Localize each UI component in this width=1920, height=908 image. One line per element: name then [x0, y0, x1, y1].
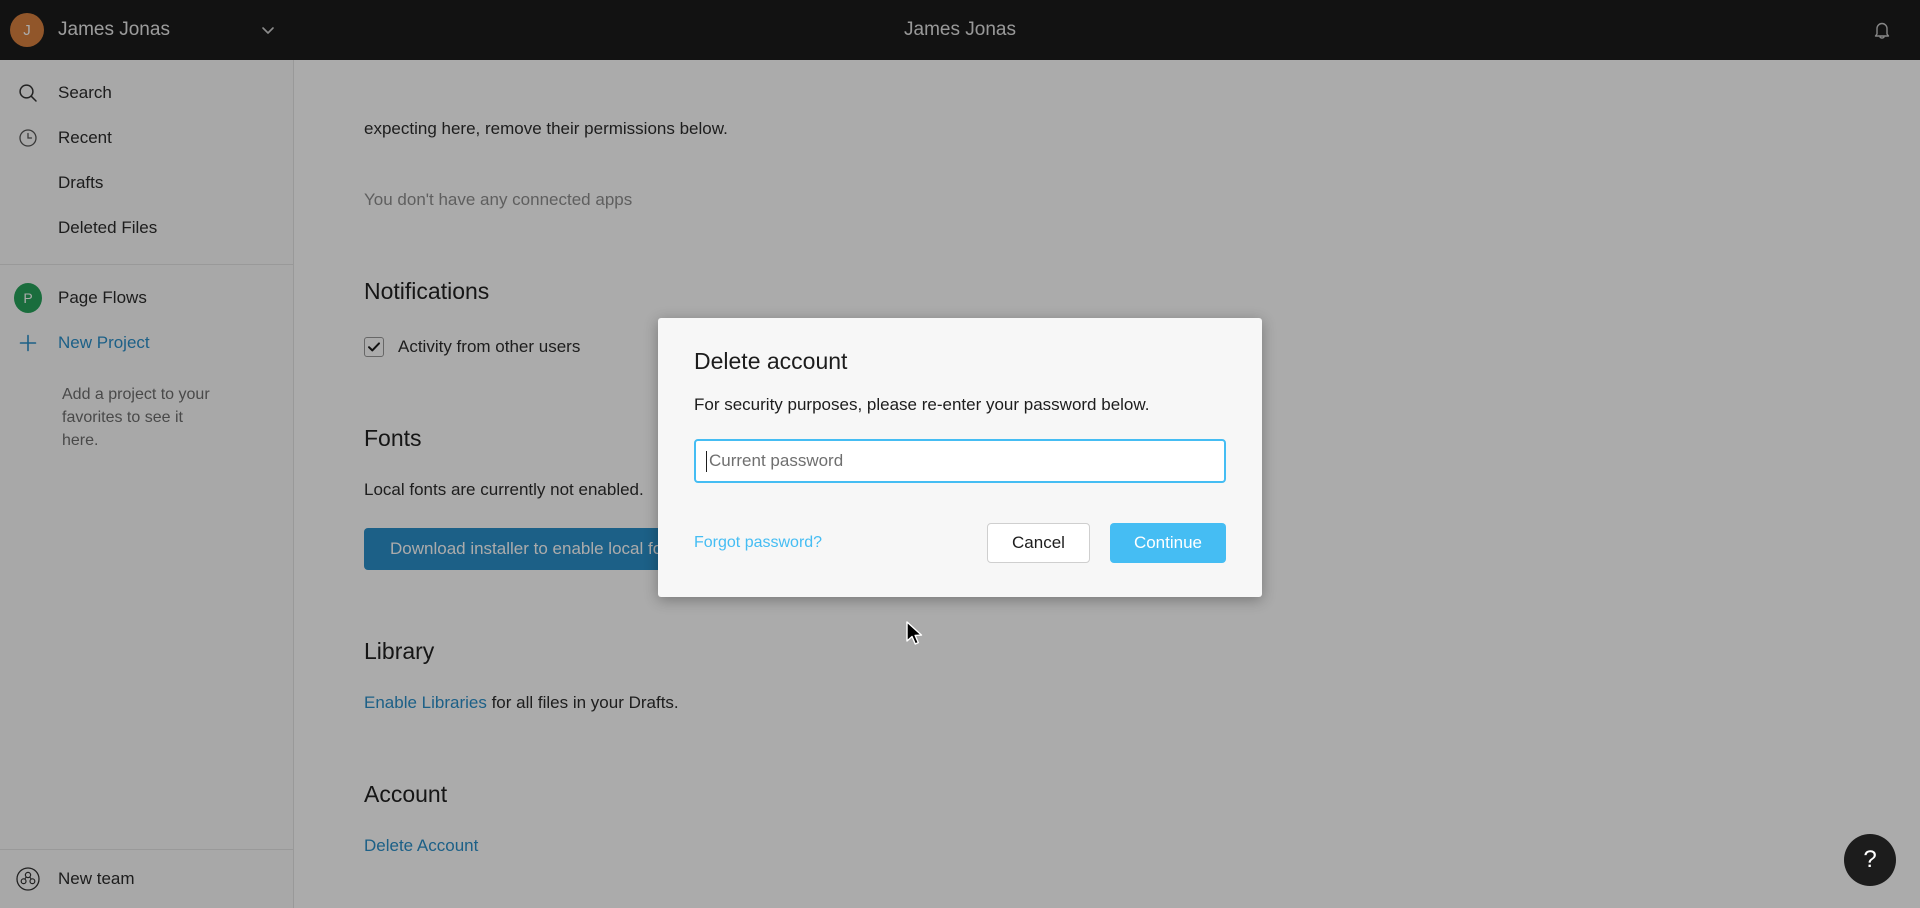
forgot-password-link[interactable]: Forgot password?: [694, 534, 822, 552]
app-root: J James Jonas James Jonas Search Recent …: [0, 0, 1920, 908]
modal-footer: Forgot password? Cancel Continue: [694, 523, 1226, 563]
continue-button[interactable]: Continue: [1109, 523, 1226, 563]
modal-actions: Cancel Continue: [987, 523, 1226, 563]
current-password-input[interactable]: Current password: [694, 439, 1226, 483]
cancel-button[interactable]: Cancel: [987, 523, 1090, 563]
current-password-placeholder: Current password: [709, 451, 844, 470]
question-mark-icon: ?: [1863, 846, 1877, 873]
mouse-cursor: [905, 620, 925, 653]
delete-account-modal: Delete account For security purposes, pl…: [658, 318, 1262, 597]
modal-title: Delete account: [694, 348, 848, 374]
help-button[interactable]: ?: [1844, 834, 1896, 886]
modal-subtitle: For security purposes, please re-enter y…: [694, 395, 1150, 414]
text-caret: [706, 450, 707, 472]
